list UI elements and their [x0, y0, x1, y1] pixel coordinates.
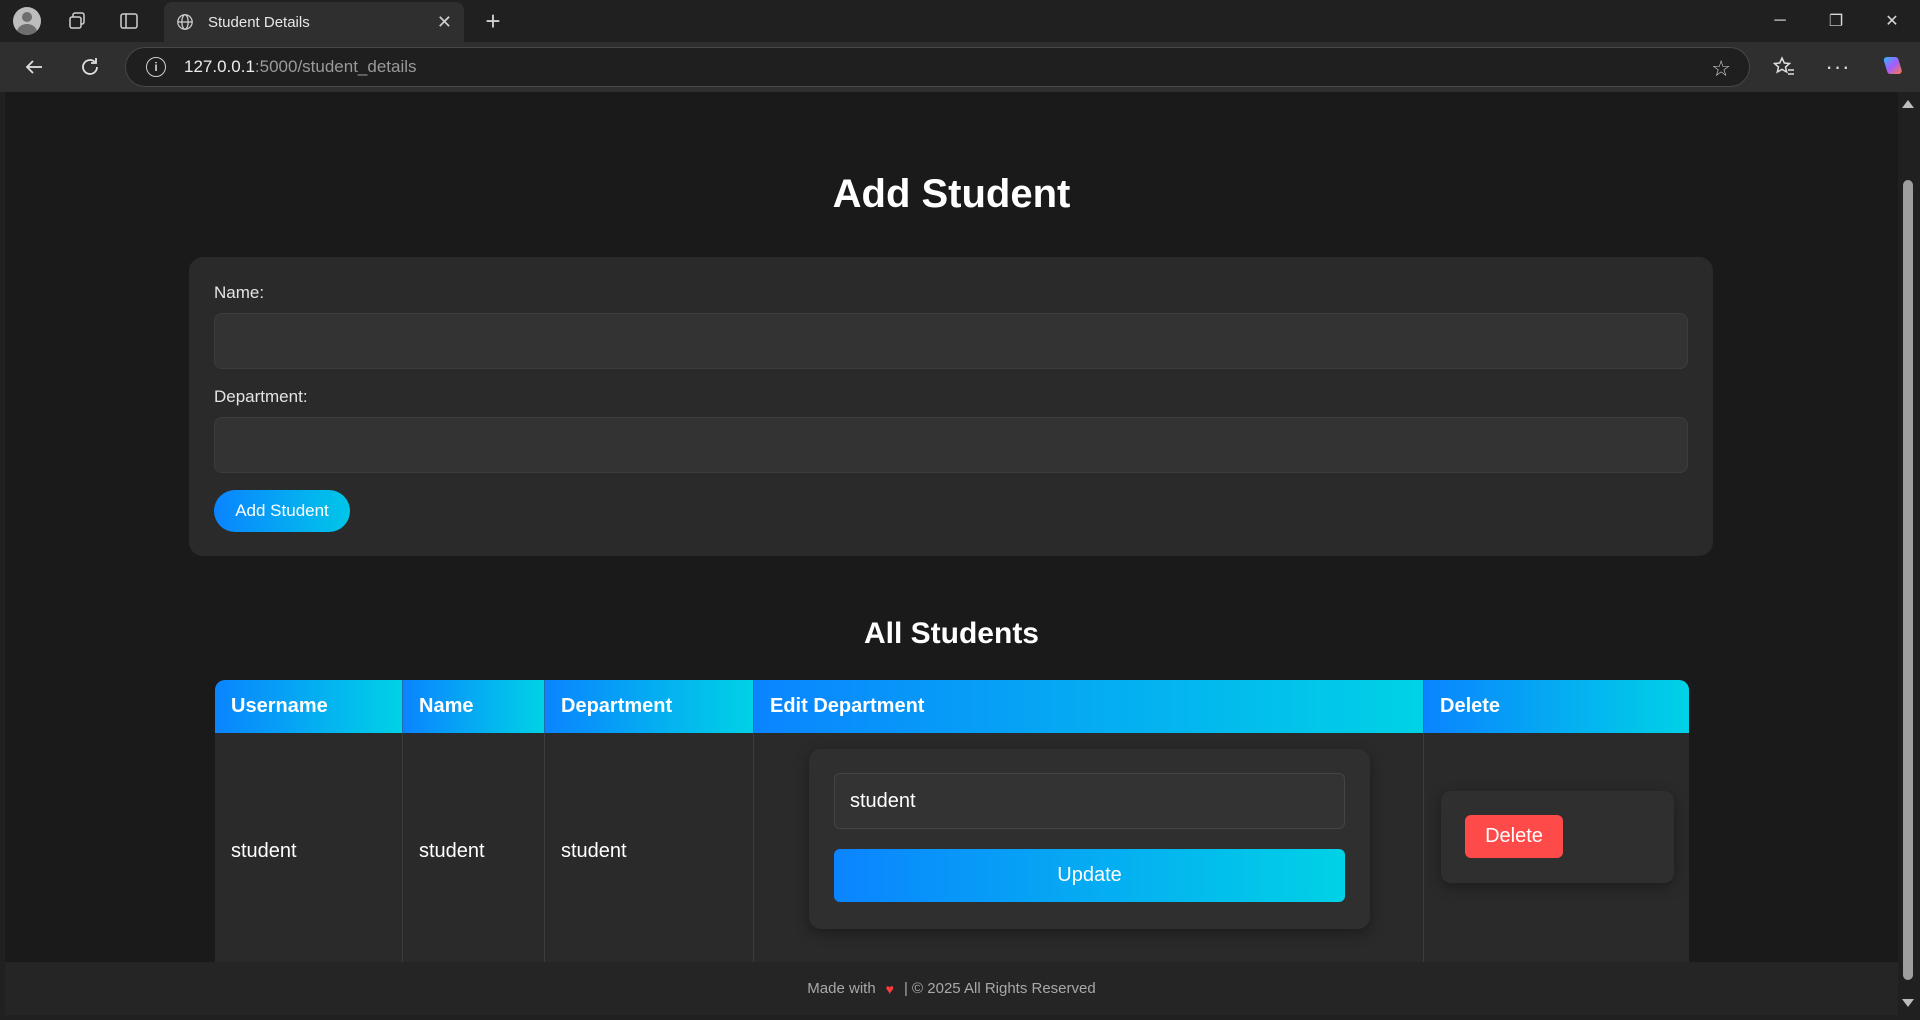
students-table: Username Name Department Edit Department… [215, 680, 1689, 970]
add-student-button[interactable]: Add Student [214, 490, 350, 532]
restore-button[interactable]: ❐ [1808, 0, 1864, 42]
column-header-department: Department [545, 680, 754, 733]
name-input[interactable] [214, 313, 1688, 369]
reload-icon [82, 58, 98, 75]
delete-button[interactable]: Delete [1465, 815, 1563, 858]
copilot-icon [1883, 57, 1902, 74]
tab-close-icon[interactable]: ✕ [437, 12, 452, 33]
all-students-title: All Students [863, 617, 1039, 650]
page-scrollbar[interactable] [1898, 92, 1920, 1015]
sidebar-icon [120, 13, 138, 29]
more-options-icon: ··· [1825, 54, 1851, 79]
browser-tab-active[interactable]: Student Details ✕ [164, 2, 464, 42]
page-title: Add Student [832, 172, 1071, 216]
scroll-up-arrow-icon[interactable] [1902, 100, 1914, 108]
url-host: 127.0.0.1 [184, 57, 255, 76]
workspaces-button[interactable] [52, 0, 102, 42]
browser-titlebar: Student Details ✕ + ─ ❐ ✕ [0, 0, 1920, 42]
back-button[interactable] [16, 49, 52, 85]
new-tab-button[interactable]: + [478, 6, 508, 36]
column-header-username: Username [215, 680, 403, 733]
footer-made-with: Made with [807, 980, 876, 997]
cell-department: student [545, 733, 754, 970]
delete-form: Delete [1441, 791, 1674, 883]
department-label: Department: [214, 387, 308, 406]
cell-delete: Delete [1424, 733, 1689, 970]
cell-username: student [215, 733, 403, 970]
column-header-name: Name [403, 680, 545, 733]
department-input[interactable] [214, 417, 1688, 473]
profile-icon [13, 7, 41, 35]
page-footer: Made with ♥ | © 2025 All Rights Reserved [5, 962, 1898, 1015]
cell-edit-department: Update [754, 733, 1424, 970]
url-path: :5000/student_details [254, 57, 417, 76]
back-arrow-icon [25, 60, 42, 74]
footer-rights: | © 2025 All Rights Reserved [903, 980, 1096, 997]
browser-toolbar: i 127.0.0.1:5000/student_details ☆ ··· [0, 42, 1920, 92]
reload-button[interactable] [72, 49, 108, 85]
heart-icon: ♥ [885, 980, 894, 997]
name-label: Name: [214, 283, 265, 302]
page-viewport: Add Student Name: Department: Add Studen… [5, 92, 1898, 1015]
close-window-button[interactable]: ✕ [1864, 0, 1920, 42]
column-header-delete: Delete [1424, 680, 1689, 733]
table-row: student student student Update Delete [215, 733, 1689, 970]
globe-icon [177, 14, 193, 30]
tab-title: Student Details [208, 13, 310, 31]
favorites-button[interactable] [1766, 49, 1802, 85]
workspaces-icon [69, 12, 85, 29]
address-bar[interactable]: i 127.0.0.1:5000/student_details ☆ [125, 47, 1750, 87]
site-info-icon[interactable]: i [146, 57, 166, 77]
copilot-button[interactable] [1874, 49, 1910, 85]
favorites-icon [1773, 56, 1794, 75]
cell-name: student [403, 733, 545, 970]
scroll-down-arrow-icon[interactable] [1902, 999, 1914, 1007]
minimize-button[interactable]: ─ [1752, 0, 1808, 42]
update-button[interactable]: Update [834, 849, 1345, 902]
favorite-star-icon[interactable]: ☆ [1711, 56, 1731, 82]
table-header: Username Name Department Edit Department… [215, 680, 1689, 733]
edit-department-form: Update [809, 749, 1370, 929]
more-options-button[interactable]: ··· [1820, 49, 1856, 85]
column-header-edit-department: Edit Department [754, 680, 1424, 733]
add-student-form: Name: Department: Add Student [189, 257, 1713, 556]
scrollbar-thumb[interactable] [1903, 180, 1913, 980]
edit-department-input[interactable] [834, 773, 1345, 829]
profile-button[interactable] [2, 0, 52, 42]
sidebar-toggle-button[interactable] [104, 0, 154, 42]
